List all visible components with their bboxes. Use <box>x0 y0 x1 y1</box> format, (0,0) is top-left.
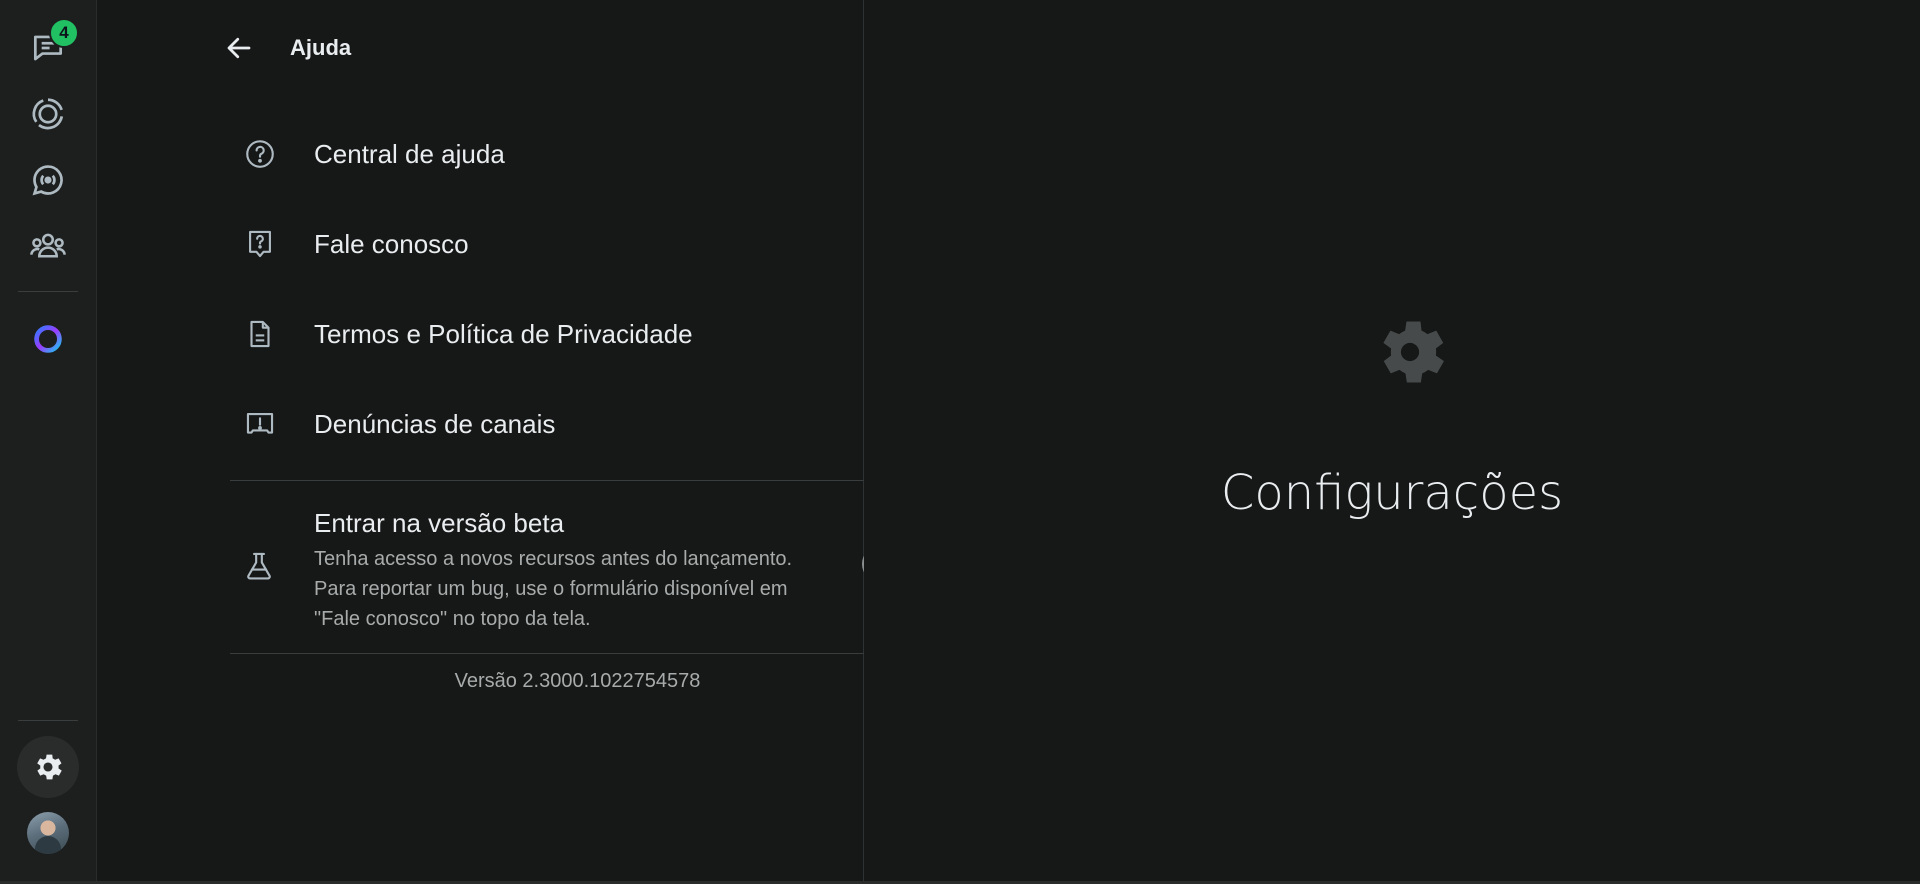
beta-title: Entrar na versão beta <box>314 508 565 538</box>
channels-button[interactable] <box>17 149 79 211</box>
arrow-left-icon <box>227 37 251 59</box>
panel-title: Ajuda <box>290 35 352 60</box>
contact-us-item[interactable]: Fale conosco <box>230 199 925 289</box>
terms-privacy-label: Termos e Política de Privacidade <box>314 318 693 349</box>
section-divider <box>230 480 925 481</box>
communities-icon <box>30 233 66 258</box>
help-center-label: Central de ajuda <box>314 138 505 169</box>
help-panel: Ajuda Central de ajuda Fale conosco Term… <box>97 0 925 884</box>
rail-divider-bottom <box>18 720 78 721</box>
channel-reports-item[interactable]: Denúncias de canais <box>230 379 925 469</box>
report-icon <box>242 406 278 442</box>
document-icon <box>242 316 278 352</box>
unread-badge: 4 <box>49 18 79 48</box>
app: 4 Ajuda Central de ajuda Fale conosco Te… <box>0 0 1920 884</box>
meta-ai-button[interactable] <box>17 308 79 370</box>
flask-icon <box>242 549 278 585</box>
back-button[interactable] <box>221 30 257 66</box>
nav-rail: 4 <box>0 0 97 884</box>
help-circle-icon <box>242 136 278 172</box>
status-icon <box>32 98 64 130</box>
terms-privacy-item[interactable]: Termos e Política de Privacidade <box>230 289 925 379</box>
contact-us-label: Fale conosco <box>314 228 469 259</box>
contact-us-icon <box>242 226 278 262</box>
placeholder-title: Configurações <box>1220 465 1564 521</box>
profile-avatar[interactable] <box>27 812 69 854</box>
channel-reports-label: Denúncias de canais <box>314 408 556 439</box>
beta-description: Tenha acesso a novos recursos antes do l… <box>314 548 793 630</box>
channels-icon <box>32 165 63 196</box>
communities-button[interactable] <box>17 215 79 277</box>
settings-icon <box>37 754 62 780</box>
status-button[interactable] <box>17 83 79 145</box>
main-placeholder: Configurações <box>864 0 1920 884</box>
version-divider <box>230 653 925 654</box>
settings-button[interactable] <box>17 736 79 798</box>
chats-button[interactable]: 4 <box>17 17 79 79</box>
gear-icon <box>1383 321 1444 383</box>
meta-ai-icon <box>34 325 62 353</box>
help-center-item[interactable]: Central de ajuda <box>230 109 925 199</box>
beta-option: Entrar na versão beta Tenha acesso a nov… <box>230 496 925 656</box>
rail-divider <box>18 291 78 292</box>
app-version: Versão 2.3000.1022754578 <box>454 670 701 692</box>
